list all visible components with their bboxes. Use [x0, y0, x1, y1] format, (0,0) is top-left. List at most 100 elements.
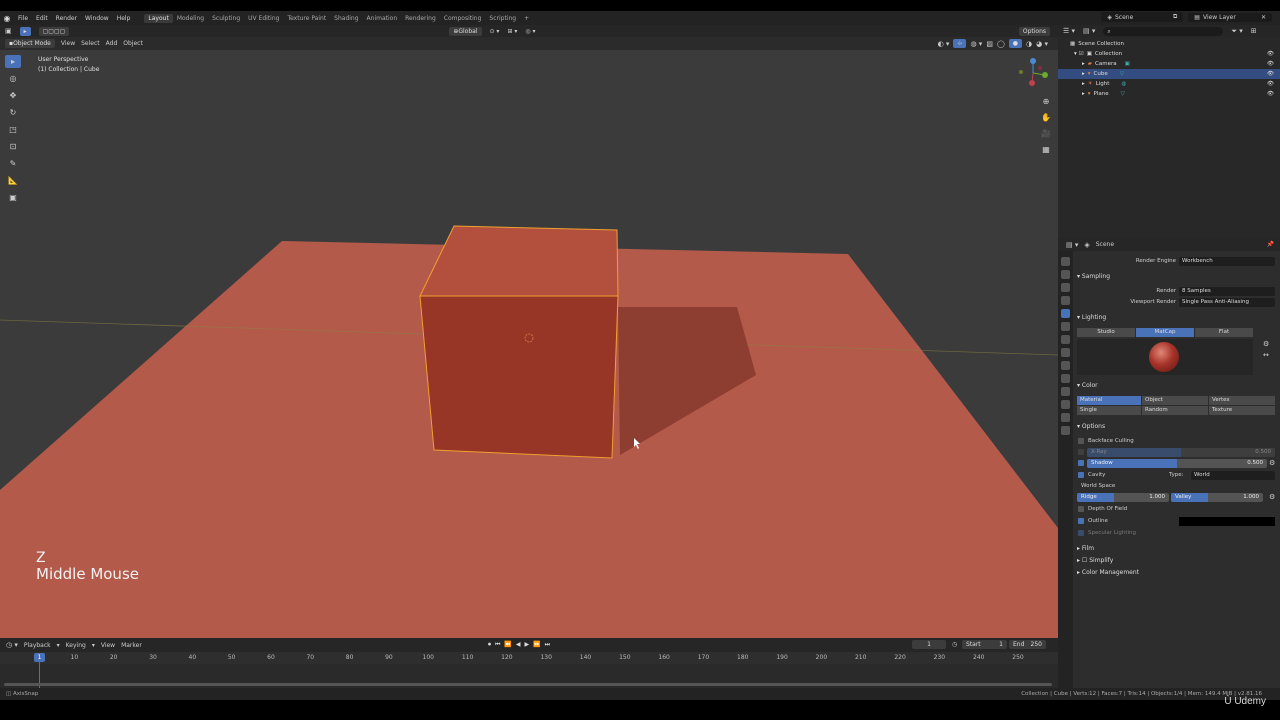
color-single-button[interactable]: Single	[1077, 405, 1141, 415]
xray-icon[interactable]: ▨	[986, 40, 993, 48]
color-vertex-button[interactable]: Vertex	[1209, 395, 1275, 405]
physics-tab-icon[interactable]	[1061, 374, 1070, 383]
options-dropdown[interactable]: Options	[1018, 27, 1050, 36]
render-engine-dropdown[interactable]: Workbench	[1179, 256, 1275, 266]
timeline-area[interactable]: 1 10 20 30 40 50 60 70 80 90 100 110 120 130 140 150 160…	[0, 652, 1058, 688]
tab-rendering[interactable]: Rendering	[401, 14, 440, 23]
annotate-tool-icon[interactable]: ✎	[5, 157, 21, 170]
matcap-preview[interactable]	[1077, 339, 1253, 375]
modifier-tab-icon[interactable]	[1061, 348, 1070, 357]
solid-shading-icon[interactable]: ●	[1008, 39, 1023, 48]
properties-editor-icon[interactable]: ▤ ▾	[1066, 241, 1078, 249]
outliner-scene-collection[interactable]: ▦ Scene Collection	[1058, 39, 1280, 49]
checkbox-icon[interactable]: ☑	[1079, 51, 1084, 57]
lighting-matcap-button[interactable]: MatCap	[1136, 327, 1194, 337]
snap-icon[interactable]: ⊞ ▾	[507, 28, 517, 35]
navigation-gizmo[interactable]	[1018, 58, 1048, 88]
cursor-tool-icon[interactable]: ◎	[5, 72, 21, 85]
scene-tab-icon[interactable]	[1061, 309, 1070, 318]
add-cube-tool-icon[interactable]: ▣	[5, 191, 21, 204]
shadow-checkbox[interactable]	[1078, 460, 1084, 466]
tab-uv-editing[interactable]: UV Editing	[244, 14, 283, 23]
menu-marker[interactable]: Marker	[121, 642, 142, 649]
outliner-search[interactable]: ⌕	[1103, 26, 1224, 36]
tab-scripting[interactable]: Scripting	[485, 14, 520, 23]
select-box-icon[interactable]: ▸	[5, 55, 21, 68]
sampling-panel-header[interactable]: ▾ Sampling	[1073, 271, 1280, 281]
pan-hand-icon[interactable]: ✋	[1040, 112, 1052, 123]
tab-sculpting[interactable]: Sculpting	[208, 14, 244, 23]
material-tab-icon[interactable]	[1061, 413, 1070, 422]
specular-lighting-checkbox[interactable]	[1078, 530, 1084, 536]
view-layer-tab-icon[interactable]	[1061, 296, 1070, 305]
tab-layout[interactable]: Layout	[144, 13, 173, 23]
film-panel-header[interactable]: ▸ Film	[1073, 543, 1280, 553]
scene-selector[interactable]: ◈ Scene ⧉	[1101, 12, 1184, 22]
cavity-checkbox[interactable]	[1078, 472, 1084, 478]
menu-view-timeline[interactable]: View	[101, 642, 115, 649]
transform-tool-icon[interactable]: ⊡	[5, 140, 21, 153]
visibility-eye-icon[interactable]: 👁	[1267, 71, 1274, 77]
lighting-flat-button[interactable]: Flat	[1195, 327, 1253, 337]
menu-edit[interactable]: Edit	[32, 15, 52, 22]
proportional-edit-icon[interactable]: ◎ ▾	[525, 28, 535, 35]
blender-logo-icon[interactable]: ◉	[0, 14, 14, 23]
matcap-flip-icon[interactable]: ↔	[1263, 351, 1269, 359]
outliner-item-light[interactable]: ▸ ☀ Light ◍ 👁	[1058, 79, 1280, 89]
tab-modeling[interactable]: Modeling	[173, 14, 208, 23]
render-samples-dropdown[interactable]: 8 Samples	[1179, 286, 1275, 296]
orientation-dropdown[interactable]: ⊕ Global	[449, 26, 482, 36]
matcap-settings-gear-icon[interactable]: ⚙	[1263, 340, 1269, 348]
constraints-tab-icon[interactable]	[1061, 387, 1070, 396]
menu-file[interactable]: File	[14, 15, 32, 22]
visibility-eye-icon[interactable]: 👁	[1267, 81, 1274, 87]
timeline-scrollbar[interactable]	[4, 683, 1052, 686]
measure-tool-icon[interactable]: 📐	[5, 174, 21, 187]
render-tab-icon[interactable]	[1061, 270, 1070, 279]
pivot-icon[interactable]: ⊙ ▾	[490, 28, 500, 35]
shadow-slider[interactable]: Shadow 0.500	[1087, 458, 1267, 468]
color-material-button[interactable]: Material	[1077, 395, 1141, 405]
ridge-slider[interactable]: Ridge 1.000	[1077, 492, 1169, 502]
camera-view-icon[interactable]: 🎥	[1040, 128, 1052, 139]
menu-keying[interactable]: Keying	[66, 642, 86, 649]
material-shading-icon[interactable]: ◑	[1026, 40, 1032, 48]
xray-checkbox[interactable]	[1078, 449, 1084, 455]
particles-tab-icon[interactable]	[1061, 361, 1070, 370]
menu-help[interactable]: Help	[113, 15, 135, 22]
lighting-studio-button[interactable]: Studio	[1077, 327, 1135, 337]
editor-type-icon[interactable]: ▣	[5, 27, 12, 35]
outliner-editor-icon[interactable]: ☰ ▾	[1063, 27, 1075, 35]
timeline-editor-icon[interactable]: ◷ ▾	[6, 641, 18, 649]
tab-texture-paint[interactable]: Texture Paint	[283, 14, 330, 23]
tab-shading[interactable]: Shading	[330, 14, 362, 23]
tab-animation[interactable]: Animation	[363, 14, 402, 23]
rotate-tool-icon[interactable]: ↻	[5, 106, 21, 119]
menu-add[interactable]: Add	[106, 40, 118, 47]
overlay-icon[interactable]: ◍ ▾	[970, 40, 982, 48]
outline-checkbox[interactable]	[1078, 518, 1084, 524]
play-icon[interactable]: ▶	[525, 641, 530, 649]
perspective-grid-icon[interactable]: ▦	[1040, 144, 1052, 155]
backface-culling-checkbox[interactable]	[1078, 438, 1084, 444]
jump-start-icon[interactable]: ⏮	[495, 641, 500, 649]
select-tool-button[interactable]: ▸	[19, 26, 31, 36]
texture-tab-icon[interactable]	[1061, 426, 1070, 435]
current-frame-marker[interactable]: 1	[34, 653, 45, 662]
tool-tab-icon[interactable]	[1061, 257, 1070, 266]
color-object-button[interactable]: Object	[1142, 395, 1208, 405]
move-tool-icon[interactable]: ✥	[5, 89, 21, 102]
menu-select[interactable]: Select	[81, 40, 100, 47]
next-keyframe-icon[interactable]: ⏩	[533, 641, 540, 649]
visibility-eye-icon[interactable]: 👁	[1267, 91, 1274, 97]
cavity-settings-gear-icon[interactable]: ⚙	[1269, 493, 1275, 501]
gizmo-toggle-icon[interactable]: ⊹	[953, 39, 967, 48]
menu-view[interactable]: View	[61, 40, 75, 47]
frame-ruler[interactable]: 1 10 20 30 40 50 60 70 80 90 100 110 120 130 140 150 160…	[0, 652, 1058, 688]
menu-window[interactable]: Window	[81, 15, 113, 22]
current-frame-field[interactable]: 1	[912, 640, 946, 649]
outliner-item-plane[interactable]: ▸ ▾ Plane ▽ 👁	[1058, 89, 1280, 99]
color-random-button[interactable]: Random	[1142, 405, 1208, 415]
cavity-type-dropdown[interactable]: World	[1191, 470, 1275, 480]
outliner-item-cube[interactable]: ▸ ▾ Cube ▽ 👁	[1058, 69, 1280, 79]
